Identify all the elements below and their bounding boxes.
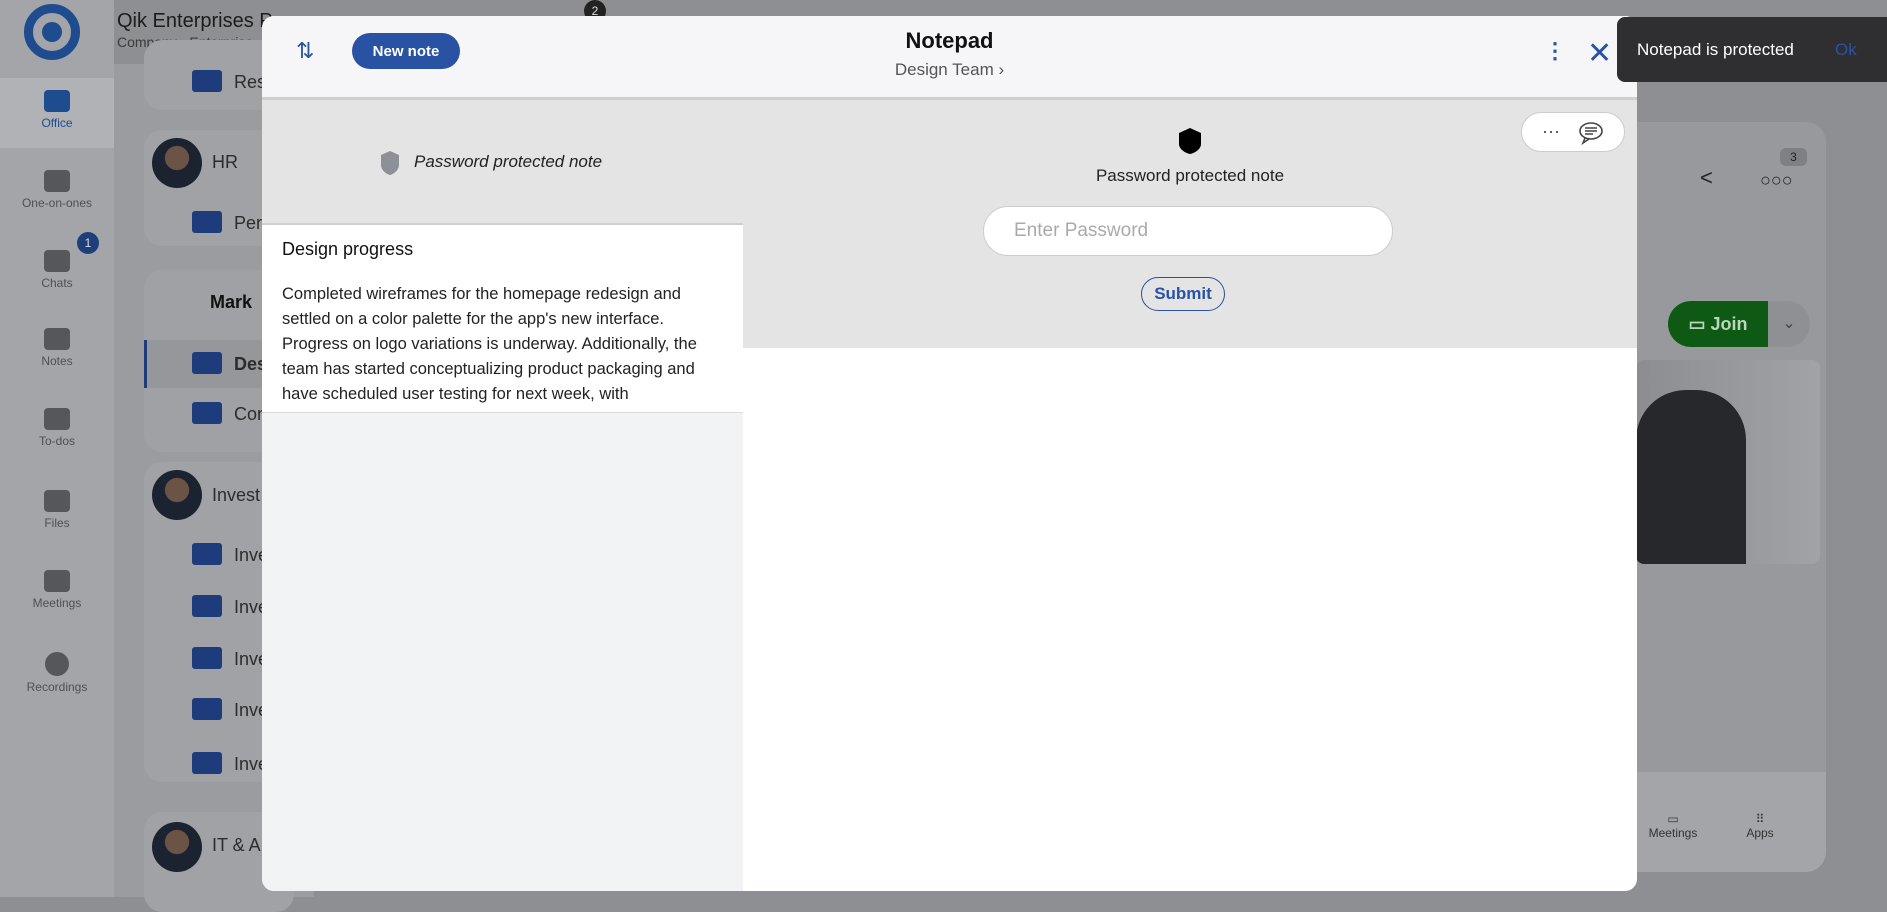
sidebar-item-one-on-ones[interactable]: One-on-ones — [0, 170, 114, 210]
chats-badge: 1 — [77, 232, 99, 254]
files-icon — [44, 490, 70, 512]
note-list-item[interactable]: Design progress Completed wireframes for… — [262, 225, 743, 413]
people-icon — [44, 170, 70, 192]
sidebar-label: To-dos — [38, 434, 76, 448]
more-vertical-icon[interactable]: ⋮ — [1544, 38, 1566, 64]
notes-list: Password protected note Design progress … — [262, 100, 743, 891]
channel-group-it[interactable]: IT & A — [212, 835, 261, 856]
note-preview: Completed wireframes for the homepage re… — [282, 285, 697, 403]
sidebar-item-files[interactable]: Files — [0, 490, 114, 530]
notepad-modal: ⇅ New note Notepad Design Team › ⋮ ✕ Pas… — [262, 16, 1637, 891]
channel-item[interactable]: Per — [234, 213, 262, 234]
note-actions: ··· — [1521, 112, 1625, 152]
protected-label: Password protected note — [414, 152, 603, 171]
channel-icon — [192, 402, 222, 424]
video-icon: ▭ — [1688, 314, 1711, 334]
channel-icon — [192, 70, 222, 92]
modal-header: ⇅ New note Notepad Design Team › ⋮ ✕ — [262, 16, 1637, 100]
tab-label: Meetings — [1648, 826, 1698, 840]
tab-label: Apps — [1746, 826, 1774, 840]
meetings-icon — [44, 570, 70, 592]
chevron-right-icon: › — [998, 60, 1005, 79]
note-editor-locked: ··· Password protected note Submit — [743, 100, 1637, 348]
channel-icon — [192, 211, 222, 233]
channel-group-invest[interactable]: Invest — [212, 485, 260, 506]
toast-message: Notepad is protected — [1637, 40, 1794, 59]
protected-title: Password protected note — [1095, 166, 1285, 185]
note-title: Design progress — [282, 239, 414, 259]
shield-icon — [381, 151, 399, 175]
sidebar-item-recordings[interactable]: Recordings — [0, 652, 114, 694]
participants-count: 3 — [1780, 148, 1807, 166]
sidebar-label: Office — [41, 116, 73, 130]
qik-logo — [24, 4, 80, 60]
avatar — [152, 470, 202, 520]
sidebar-label: Files — [44, 516, 70, 530]
meetings-icon: ▭ — [1667, 812, 1679, 826]
sidebar-item-chats[interactable]: Chats — [0, 250, 114, 290]
avatar — [152, 138, 202, 188]
apps-grid-icon: ⠿ — [1755, 812, 1765, 826]
sidebar-label: Chats — [41, 276, 73, 290]
breadcrumb[interactable]: Design Team › — [262, 60, 1637, 80]
more-horizontal-icon[interactable]: ··· — [1542, 121, 1560, 142]
sidebar-item-notes[interactable]: Notes — [0, 328, 114, 368]
join-label: Join — [1710, 314, 1748, 334]
channel-group-hr[interactable]: HR — [212, 152, 238, 173]
meetings-tab[interactable]: ▭ Meetings — [1633, 812, 1713, 840]
participant-video — [1636, 360, 1820, 564]
avatar — [152, 822, 202, 872]
participants-icon[interactable]: ○○○ — [1760, 170, 1793, 191]
sidebar-item-office[interactable]: Office — [0, 78, 114, 148]
modal-title: Notepad — [905, 28, 994, 53]
sidebar-label: Recordings — [26, 680, 88, 694]
toast-ok-button[interactable]: Ok — [1835, 40, 1857, 60]
channel-icon — [192, 698, 222, 720]
chat-icon — [44, 250, 70, 272]
notes-icon — [44, 328, 70, 350]
channel-icon — [192, 752, 222, 774]
app-sidebar: Office One-on-ones Chats 1 Notes To-dos … — [0, 0, 114, 897]
submit-button[interactable]: Submit — [1141, 277, 1225, 311]
channel-icon — [192, 647, 222, 669]
sidebar-label: One-on-ones — [21, 196, 93, 210]
share-icon[interactable]: < — [1700, 165, 1713, 191]
briefcase-icon — [44, 90, 70, 112]
toast-notification: Notepad is protected Ok — [1617, 17, 1887, 82]
join-button[interactable]: ▭ Join — [1668, 301, 1768, 347]
todo-icon — [44, 408, 70, 430]
company-name: Qik Enterprises P — [117, 10, 273, 32]
sidebar-label: Notes — [41, 354, 73, 368]
channel-icon — [192, 352, 222, 374]
comment-icon[interactable] — [1578, 121, 1604, 145]
sidebar-item-to-dos[interactable]: To-dos — [0, 408, 114, 448]
sidebar-label: Meetings — [32, 596, 82, 610]
breadcrumb-team[interactable]: Design Team — [895, 60, 994, 79]
protected-banner: Password protected note — [262, 100, 743, 225]
apps-tab[interactable]: ⠿ Apps — [1720, 812, 1800, 840]
channel-icon — [192, 543, 222, 565]
channel-icon — [192, 595, 222, 617]
close-icon[interactable]: ✕ — [1587, 36, 1612, 71]
sidebar-item-meetings[interactable]: Meetings — [0, 570, 114, 610]
password-input[interactable] — [983, 206, 1393, 256]
channel-group-marketing[interactable]: Mark — [210, 292, 252, 313]
recordings-icon — [45, 652, 69, 676]
shield-icon — [1179, 128, 1201, 154]
